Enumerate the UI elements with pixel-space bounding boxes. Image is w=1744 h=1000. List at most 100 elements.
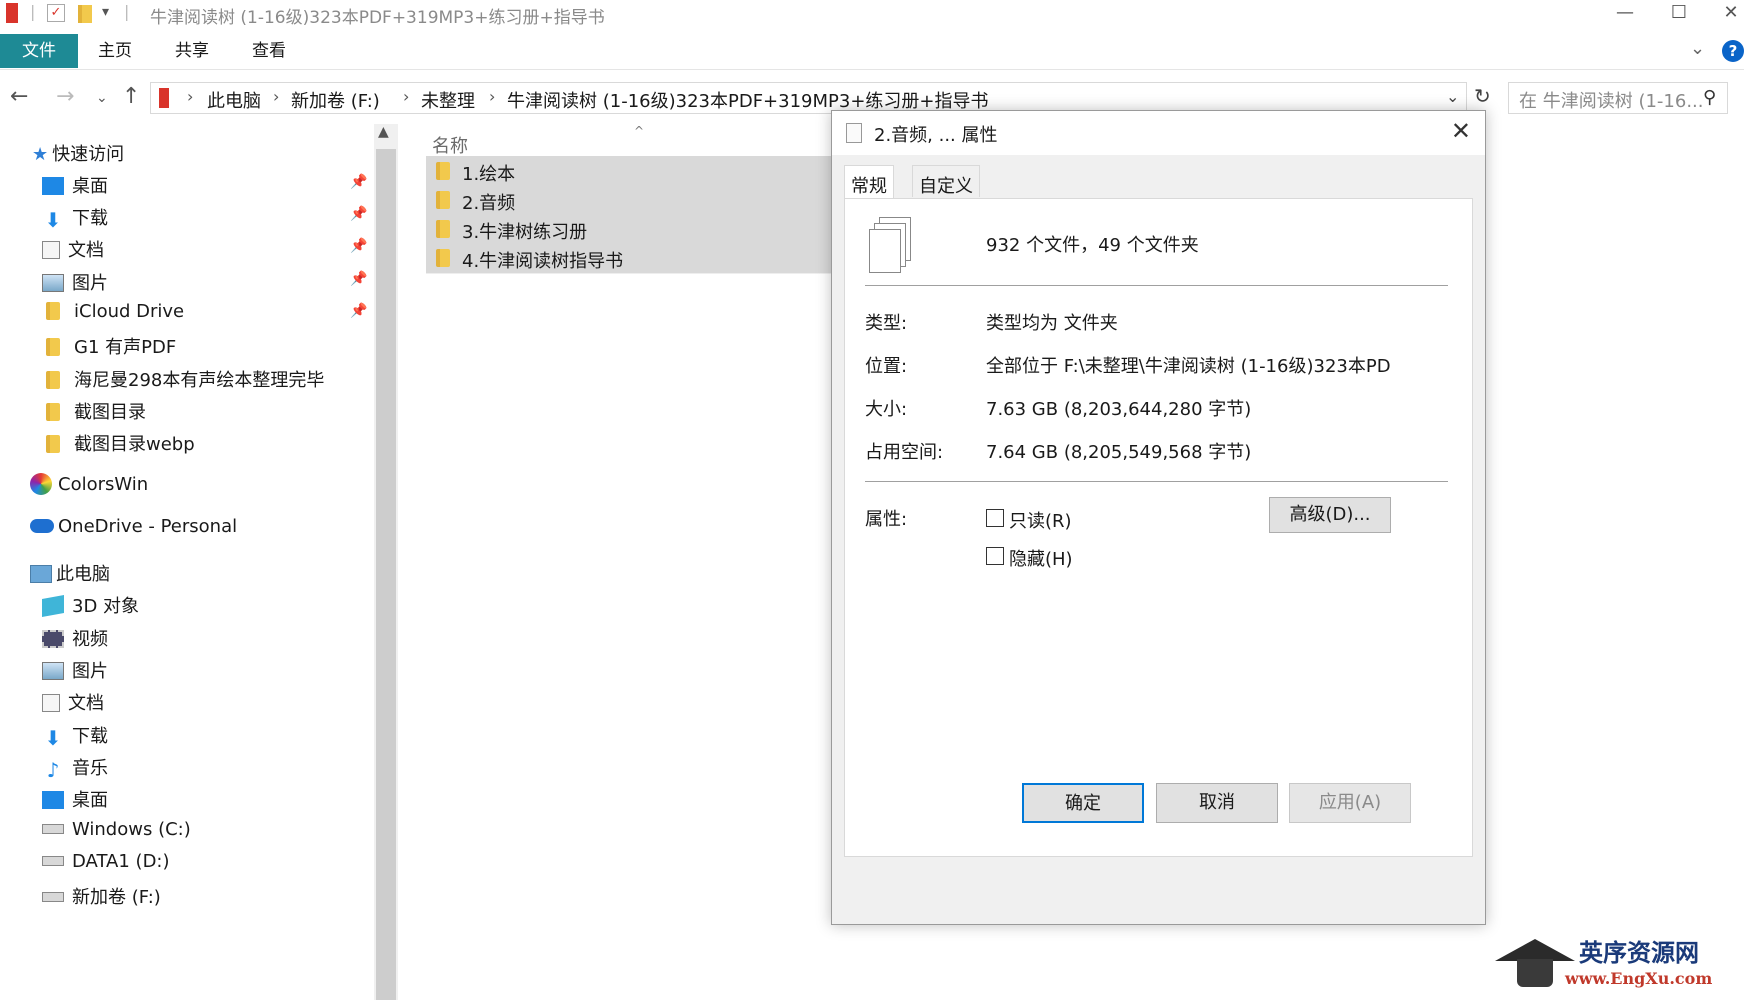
sidebar-label: 文档 <box>68 693 104 714</box>
breadcrumb-separator[interactable]: › <box>187 87 193 106</box>
sidebar-item-heinemann[interactable]: 海尼曼298本有声绘本整理完毕 <box>46 366 324 392</box>
sidebar-item-icloud[interactable]: iCloud Drive <box>46 301 184 322</box>
scroll-up-icon[interactable]: ▲ <box>378 124 389 140</box>
pin-icon[interactable]: 📌 <box>350 271 367 287</box>
new-folder-quick-icon[interactable] <box>78 5 92 23</box>
list-item[interactable]: 1.绘本 <box>426 156 833 187</box>
address-dropdown-icon[interactable]: ⌄ <box>1446 87 1459 106</box>
dialog-close-icon[interactable]: ✕ <box>1451 117 1471 145</box>
search-input[interactable]: 在 牛津阅读树 (1-16... ⚲ <box>1508 82 1728 114</box>
quick-access-dropdown-icon[interactable]: ▾ <box>102 4 109 20</box>
cloud-icon <box>30 519 54 533</box>
breadcrumb-separator[interactable]: › <box>273 87 279 106</box>
folder-icon <box>436 220 450 238</box>
advanced-button[interactable]: 高级(D)... <box>1269 497 1391 533</box>
tab-view[interactable]: 查看 <box>252 34 286 68</box>
file-list: 名称 ^ 1.绘本 2.音频 3.牛津树练习册 4.牛津阅读树指导书 <box>398 124 833 1000</box>
sidebar-item-drive-c[interactable]: Windows (C:) <box>42 819 191 840</box>
forward-arrow-icon[interactable]: → <box>56 84 74 109</box>
maximize-button[interactable]: ☐ <box>1654 0 1704 28</box>
video-icon <box>42 630 64 648</box>
refresh-icon[interactable]: ↻ <box>1474 84 1491 108</box>
close-button[interactable]: ✕ <box>1706 0 1744 28</box>
hidden-checkbox[interactable] <box>986 547 1004 565</box>
sidebar-item-desktop[interactable]: 桌面 <box>42 172 108 198</box>
sidebar-label: 视频 <box>72 629 108 650</box>
sidebar-item-documents[interactable]: 文档 <box>42 236 104 262</box>
properties-dialog: 2.音频, ... 属性 ✕ 常规 自定义 932 个文件，49 个文件夹 类型… <box>831 110 1486 925</box>
cube-icon <box>42 595 64 617</box>
list-item-name: 1.绘本 <box>462 164 516 185</box>
sidebar-item-pictures-pc[interactable]: 图片 <box>42 657 108 683</box>
readonly-label[interactable]: 只读(R) <box>1009 507 1072 533</box>
tab-file[interactable]: 文件 <box>0 34 78 68</box>
sidebar-item-videos[interactable]: 视频 <box>42 625 108 651</box>
disk-size-value: 7.64 GB (8,205,549,568 字节) <box>986 442 1252 463</box>
pin-icon[interactable]: 📌 <box>350 206 367 222</box>
breadcrumb-unsorted[interactable]: 未整理 <box>421 87 475 113</box>
pin-icon[interactable]: 📌 <box>350 303 367 319</box>
minimize-button[interactable]: — <box>1600 0 1650 28</box>
type-label: 类型: <box>865 313 908 334</box>
pin-icon[interactable]: 📌 <box>350 238 367 254</box>
sidebar-item-pictures[interactable]: 图片 <box>42 269 108 295</box>
ok-button[interactable]: 确定 <box>1022 783 1144 823</box>
download-icon: ⬇ <box>44 726 62 750</box>
title-bar: | ✓ ▾ | 牛津阅读树 (1-16级)323本PDF+319MP3+练习册+… <box>0 0 1744 28</box>
sidebar-label: 快速访问 <box>52 144 125 165</box>
search-icon[interactable]: ⚲ <box>1703 87 1716 108</box>
scrollbar-thumb[interactable] <box>376 149 396 1000</box>
back-arrow-icon[interactable]: ← <box>10 84 28 109</box>
location-value: 全部位于 F:\未整理\牛津阅读树 (1-16级)323本PDF+319 <box>986 356 1392 377</box>
sidebar-item-3d-objects[interactable]: 3D 对象 <box>42 592 139 618</box>
divider <box>865 285 1448 286</box>
pin-icon[interactable]: 📌 <box>350 174 367 190</box>
list-item[interactable]: 2.音频 <box>426 185 833 216</box>
properties-quick-icon[interactable]: ✓ <box>47 4 65 22</box>
ribbon-expand-icon[interactable]: ⌄ <box>1690 38 1705 59</box>
up-arrow-icon[interactable]: ↑ <box>122 84 140 109</box>
cancel-button[interactable]: 取消 <box>1156 783 1278 823</box>
sidebar-label: Windows (C:) <box>72 819 191 840</box>
sidebar-item-this-pc[interactable]: 此电脑 <box>30 560 110 586</box>
sidebar-item-screenshots-webp[interactable]: 截图目录webp <box>46 430 195 456</box>
star-icon: ★ <box>32 144 49 165</box>
sidebar-item-onedrive[interactable]: OneDrive - Personal <box>30 516 237 537</box>
readonly-checkbox[interactable] <box>986 509 1004 527</box>
folder-icon <box>436 191 450 209</box>
sidebar-item-downloads[interactable]: ⬇ 下载 <box>42 204 108 230</box>
list-item[interactable]: 3.牛津树练习册 <box>426 214 833 245</box>
music-icon: ♪ <box>46 758 60 782</box>
breadcrumb-separator[interactable]: › <box>489 87 495 106</box>
breadcrumb-separator[interactable]: › <box>403 87 409 106</box>
tab-share[interactable]: 共享 <box>175 34 209 68</box>
tab-custom[interactable]: 自定义 <box>912 165 980 197</box>
tab-general[interactable]: 常规 <box>844 165 894 199</box>
sidebar-item-colorswin[interactable]: ColorsWin <box>30 473 148 495</box>
column-header-name[interactable]: 名称 <box>432 132 468 158</box>
sidebar-item-downloads-pc[interactable]: ⬇ 下载 <box>42 722 108 748</box>
sidebar-item-screenshots[interactable]: 截图目录 <box>46 398 146 424</box>
sidebar-label: 下载 <box>72 208 108 229</box>
recent-locations-icon[interactable]: ⌄ <box>96 90 108 106</box>
sidebar-scrollbar[interactable]: ▲ <box>374 124 398 1000</box>
sidebar-item-music[interactable]: ♪ 音乐 <box>42 754 108 780</box>
desktop-icon <box>42 177 64 195</box>
apply-button[interactable]: 应用(A) <box>1289 783 1411 823</box>
sidebar-item-g1[interactable]: G1 有声PDF <box>46 333 176 359</box>
sidebar-item-drive-f[interactable]: 新加卷 (F:) <box>42 883 161 909</box>
dialog-title-bar[interactable]: 2.音频, ... 属性 ✕ <box>832 111 1485 155</box>
breadcrumb-drive-f[interactable]: 新加卷 (F:) <box>291 87 380 113</box>
sidebar-label: 新加卷 (F:) <box>72 887 161 908</box>
sidebar-quick-access[interactable]: ★ 快速访问 <box>32 140 124 166</box>
sidebar-item-drive-d[interactable]: DATA1 (D:) <box>42 851 170 872</box>
breadcrumb-this-pc[interactable]: 此电脑 <box>207 87 261 113</box>
tab-home[interactable]: 主页 <box>98 34 132 68</box>
hidden-label[interactable]: 隐藏(H) <box>1009 545 1073 571</box>
folder-icon <box>46 302 60 320</box>
sidebar-label: 此电脑 <box>56 564 110 585</box>
help-icon[interactable]: ? <box>1722 40 1744 62</box>
list-item[interactable]: 4.牛津阅读树指导书 <box>426 243 833 274</box>
sidebar-item-desktop-pc[interactable]: 桌面 <box>42 786 108 812</box>
sidebar-item-documents-pc[interactable]: 文档 <box>42 689 104 715</box>
